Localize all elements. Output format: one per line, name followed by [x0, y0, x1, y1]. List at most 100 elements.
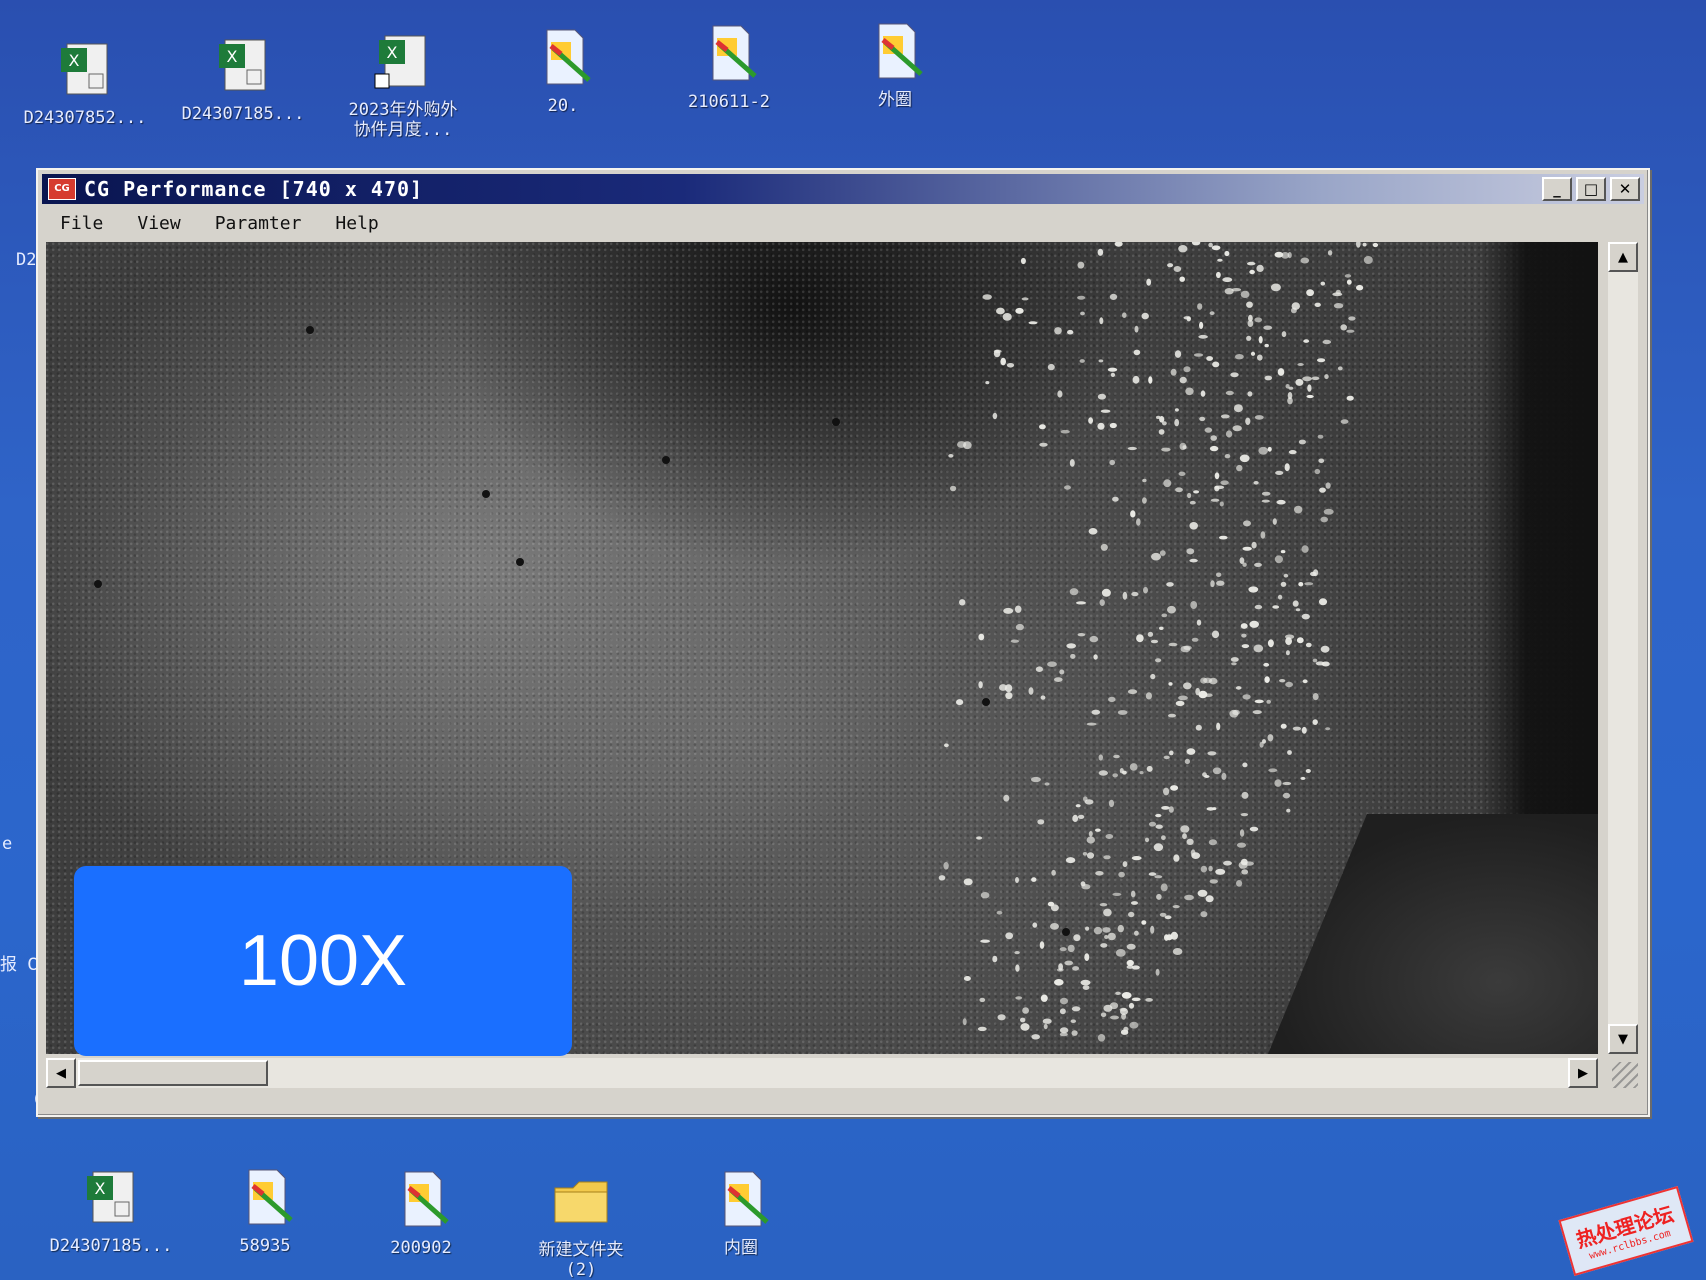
title-bar[interactable]: CG CG Performance [740 x 470] _ □ ✕ [42, 174, 1644, 204]
carbide-particle [1145, 998, 1153, 1002]
desktop-icon-3[interactable]: 20. [488, 26, 638, 116]
carbide-particle [1168, 713, 1176, 718]
minimize-button[interactable]: _ [1542, 177, 1572, 201]
carbide-particle [1037, 819, 1045, 825]
scroll-up-button[interactable]: ▲ [1608, 242, 1638, 272]
carbide-particle [1247, 261, 1256, 266]
carbide-particle [1134, 325, 1139, 333]
desktop-icon-0[interactable]: X D24307852... [10, 38, 160, 128]
carbide-particle [1211, 630, 1220, 639]
carbide-particle [1182, 445, 1187, 450]
app-icon[interactable]: CG [48, 178, 76, 200]
carbide-particle [1264, 676, 1270, 683]
carbide-particle [1132, 375, 1140, 384]
carbide-particle [1040, 994, 1048, 1002]
desktop-icon-bottom-1[interactable]: 58935 [190, 1166, 340, 1256]
scroll-left-button[interactable]: ◀ [46, 1058, 76, 1088]
resize-grip-icon[interactable] [1612, 1062, 1638, 1088]
carbide-particle [1082, 852, 1088, 856]
magnification-badge: 100X [74, 866, 572, 1056]
desktop-icon-bottom-0[interactable]: X D24307185... [36, 1166, 186, 1256]
carbide-particle [1241, 791, 1249, 799]
carbide-particle [1175, 700, 1185, 707]
menu-paramter[interactable]: Paramter [211, 211, 306, 236]
desktop-icon-bottom-3[interactable]: 新建文件夹 (2) [506, 1170, 656, 1280]
desktop-icon-4[interactable]: 210611-2 [654, 22, 804, 112]
carbide-particle [1291, 302, 1301, 310]
carbide-particle [1191, 242, 1201, 246]
dark-pit [482, 490, 490, 498]
scroll-right-button[interactable]: ▶ [1568, 1058, 1598, 1088]
carbide-particle [1274, 251, 1284, 258]
carbide-particle [1141, 920, 1147, 925]
carbide-particle [1216, 271, 1221, 279]
carbide-particle [1220, 414, 1230, 419]
carbide-particle [1198, 334, 1208, 339]
carbide-particle [1209, 311, 1215, 316]
carbide-particle [1294, 505, 1303, 514]
dark-pit [306, 326, 314, 334]
carbide-particle [1183, 366, 1191, 373]
carbide-particle [1054, 677, 1063, 682]
carbide-particle [1015, 877, 1019, 883]
horizontal-scroll-thumb[interactable] [78, 1060, 268, 1086]
excel-file-icon: X [87, 1171, 134, 1223]
horizontal-scrollbar[interactable]: ◀ ▶ [46, 1058, 1598, 1088]
carbide-particle [1189, 500, 1196, 505]
carbide-particle [1225, 390, 1234, 396]
close-button[interactable]: ✕ [1610, 177, 1640, 201]
carbide-particle [1069, 459, 1075, 467]
carbide-particle [1067, 944, 1075, 953]
carbide-particle [1292, 600, 1299, 607]
carbide-particle [1210, 435, 1217, 441]
carbide-particle [1335, 289, 1341, 295]
carbide-particle [1105, 834, 1114, 839]
carbide-particle [1112, 496, 1119, 502]
carbide-particle [1224, 454, 1231, 459]
vertical-scrollbar[interactable]: ▲ ▼ [1608, 242, 1638, 1054]
carbide-particle [1189, 522, 1198, 530]
carbide-particle [1031, 1034, 1040, 1040]
menu-view[interactable]: View [133, 211, 184, 236]
menu-help[interactable]: Help [331, 211, 382, 236]
carbide-particle [1325, 482, 1331, 489]
carbide-particle [1186, 748, 1196, 755]
carbide-particle [1241, 633, 1247, 638]
desktop-icon-1[interactable]: X D24307185... [168, 34, 318, 124]
carbide-particle [1035, 666, 1043, 672]
carbide-particle [1209, 879, 1219, 884]
desktop-icon-5[interactable]: 外圈 [820, 20, 970, 110]
scroll-down-button[interactable]: ▼ [1608, 1024, 1638, 1054]
carbide-particle [1060, 997, 1068, 1005]
carbide-particle [1107, 367, 1118, 372]
carbide-particle [1077, 261, 1085, 269]
desktop-icon-2[interactable]: X 2023年外购外 协件月度... [328, 30, 478, 140]
desktop-icon-bottom-2[interactable]: 200902 [346, 1168, 496, 1258]
carbide-particle [1168, 642, 1178, 647]
carbide-particle [1305, 769, 1311, 773]
carbide-particle [1095, 828, 1101, 832]
carbide-particle [1249, 269, 1255, 275]
carbide-particle [1146, 765, 1153, 772]
carbide-particle [1064, 960, 1073, 966]
maximize-button[interactable]: □ [1576, 177, 1606, 201]
carbide-particle [1161, 447, 1171, 452]
desktop-icon-label: 210611-2 [688, 92, 770, 112]
carbide-particle [982, 294, 992, 300]
carbide-particle [1131, 997, 1141, 1002]
carbide-particle [1167, 263, 1174, 268]
carbide-particle [1128, 1002, 1135, 1009]
carbide-particle [1155, 813, 1162, 818]
carbide-particle [1084, 953, 1090, 961]
dark-pit [94, 580, 102, 588]
carbide-particle [1005, 692, 1013, 700]
carbide-particle [1144, 837, 1150, 843]
carbide-particle [1054, 327, 1062, 335]
desktop-icon-bottom-4[interactable]: 内圈 [666, 1168, 816, 1258]
carbide-particle [1166, 582, 1174, 587]
carbide-particle [1179, 376, 1187, 384]
carbide-particle [1020, 1023, 1030, 1031]
menu-file[interactable]: File [56, 211, 107, 236]
carbide-particle [1208, 839, 1217, 846]
carbide-particle [1079, 359, 1085, 363]
